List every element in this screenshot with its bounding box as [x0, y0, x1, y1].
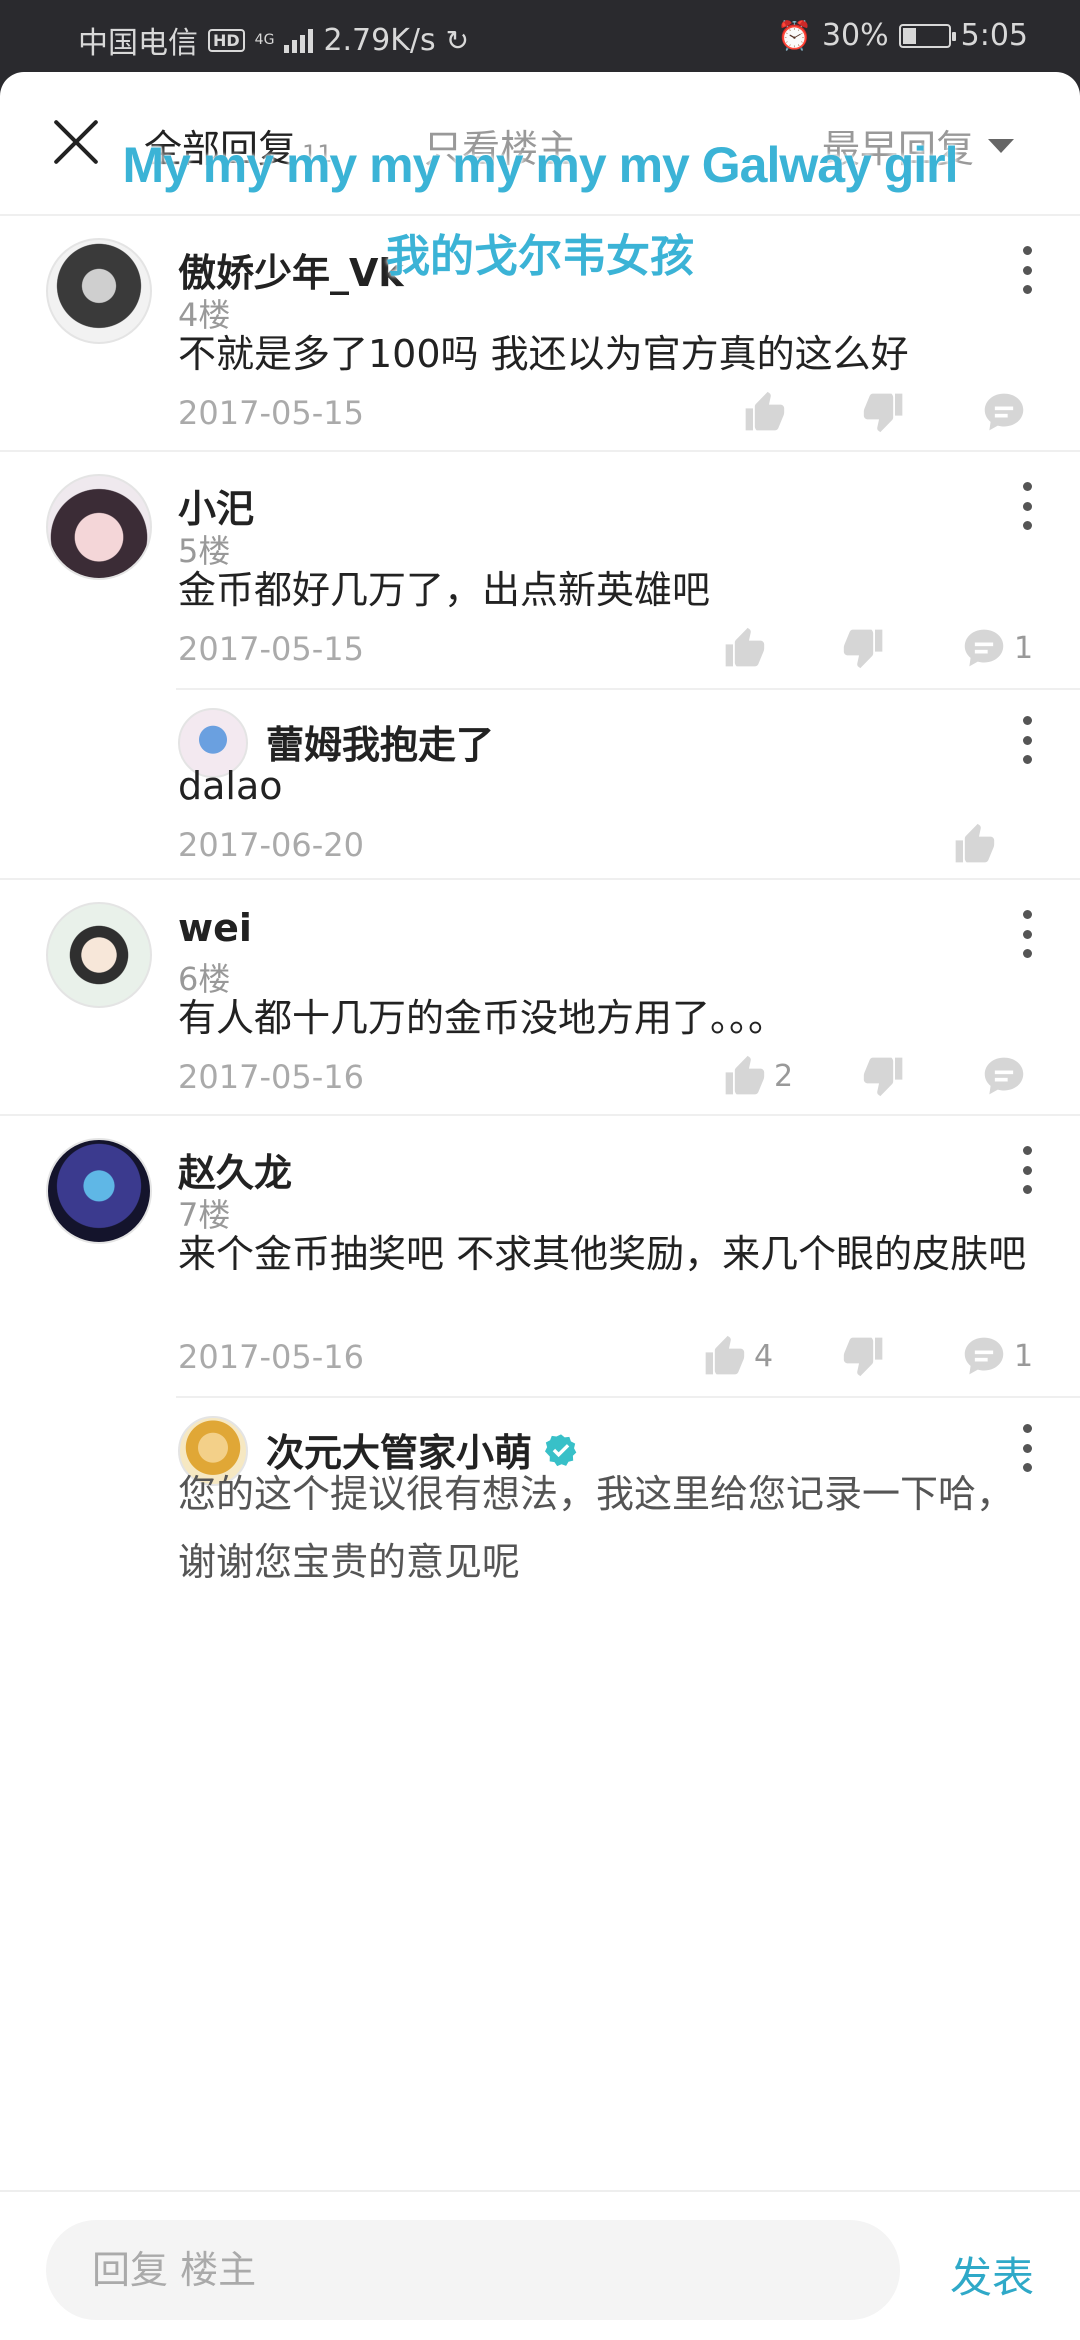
carrier-label: 中国电信: [78, 26, 198, 61]
comment-text: 不就是多了100吗 我还以为官方真的这么好: [178, 332, 909, 376]
caret-down-icon: [988, 138, 1014, 153]
comment-text: 有人都十几万的金币没地方用了。。。: [178, 996, 787, 1040]
sheet-header: 全部回复 11 只看楼主 最早回复: [0, 72, 1080, 216]
publish-button[interactable]: 发表: [950, 2244, 1034, 2305]
thumb-up-icon: [742, 390, 786, 434]
like-button[interactable]: [722, 626, 774, 670]
thumb-down-icon: [862, 1054, 906, 1098]
more-options-icon[interactable]: [1022, 910, 1032, 958]
more-options-icon[interactable]: [1022, 246, 1032, 294]
comment-item: wei 6楼 有人都十几万的金币没地方用了。。。 2017-05-16 2: [0, 880, 1080, 1116]
more-options-icon[interactable]: [1022, 482, 1032, 530]
dislike-button[interactable]: [862, 1054, 906, 1098]
more-options-icon[interactable]: [1022, 1146, 1032, 1194]
dislike-button[interactable]: [862, 390, 906, 434]
thumb-down-icon: [842, 626, 886, 670]
comment-bubble-icon: [982, 390, 1026, 434]
comment-date: 2017-05-15: [178, 394, 364, 432]
tab-all-count: 11: [302, 140, 333, 168]
avatar[interactable]: [46, 238, 152, 344]
reply-date: 2017-06-20: [178, 826, 364, 864]
like-button[interactable]: 4: [702, 1334, 773, 1378]
reply-button[interactable]: 1: [962, 626, 1033, 670]
comments-sheet: 全部回复 11 只看楼主 最早回复 My my my my my my my Ga…: [0, 72, 1080, 2340]
comment-bubble-icon: [962, 626, 1006, 670]
username[interactable]: wei: [178, 906, 252, 950]
avatar[interactable]: [46, 1138, 152, 1244]
reply-count: 1: [1014, 1338, 1034, 1374]
comment-text: 金币都好几万了，出点新英雄吧: [178, 568, 711, 612]
username[interactable]: 小汜: [178, 478, 254, 533]
reply-button[interactable]: 1: [962, 1334, 1033, 1378]
like-button[interactable]: [952, 822, 996, 866]
close-icon[interactable]: [50, 116, 102, 168]
battery-percent: 30%: [821, 18, 889, 53]
comment-date: 2017-05-15: [178, 630, 364, 668]
comment-item: 赵久龙 7楼 来个金币抽奖吧 不求其他奖励，来几个眼的皮肤吧 2017-05-1…: [0, 1116, 1080, 1816]
signal-icon: [284, 27, 314, 53]
alarm-icon: ⏰: [777, 19, 812, 52]
battery-fill: [902, 27, 916, 44]
tab-all-replies[interactable]: 全部回复 11: [144, 118, 333, 173]
comment-date: 2017-05-16: [178, 1338, 364, 1376]
hd-icon: HD: [208, 28, 245, 52]
thumb-up-icon: [722, 1054, 766, 1098]
reply-count: 1: [1014, 630, 1034, 666]
username[interactable]: 赵久龙: [178, 1142, 292, 1197]
comment-date: 2017-05-16: [178, 1058, 364, 1096]
avatar[interactable]: [46, 474, 152, 580]
reply-text: dalao: [178, 764, 283, 808]
reply-button[interactable]: [982, 1054, 1034, 1098]
comment-text: 来个金币抽奖吧 不求其他奖励，来几个眼的皮肤吧: [178, 1232, 1027, 1276]
thumb-down-icon: [862, 390, 906, 434]
net-speed: 2.79K/s: [323, 22, 436, 58]
reply-text: 您的这个提议很有想法，我这里给您记录一下哈，谢谢您宝贵的意见呢: [178, 1472, 1015, 1584]
like-button[interactable]: 2: [722, 1054, 793, 1098]
sync-icon: ↻: [445, 23, 470, 57]
comment-bubble-icon: [982, 1054, 1026, 1098]
status-right: ⏰ 30% 5:05: [777, 18, 1028, 53]
thumb-up-icon: [722, 626, 766, 670]
comment-bubble-icon: [962, 1334, 1006, 1378]
reply-button[interactable]: [982, 390, 1034, 434]
like-count: 4: [754, 1338, 774, 1374]
status-left: 中国电信 HD 4G 2.79K/s ↻: [78, 18, 469, 62]
battery-icon: [898, 23, 956, 48]
tab-all-label: 全部回复: [144, 127, 297, 171]
status-bar: 中国电信 HD 4G 2.79K/s ↻ ⏰ 30% 5:05: [0, 0, 1080, 72]
avatar[interactable]: [46, 902, 152, 1008]
divider: [176, 1396, 1080, 1398]
dislike-button[interactable]: [842, 1334, 886, 1378]
divider: [176, 688, 1080, 690]
reply-input[interactable]: 回复 楼主: [46, 2220, 900, 2320]
thumb-up-icon: [952, 822, 996, 866]
thumb-up-icon: [702, 1334, 746, 1378]
comment-item: 傲娇少年_Vk 4楼 不就是多了100吗 我还以为官方真的这么好 2017-05…: [0, 216, 1080, 452]
tab-owner-only[interactable]: 只看楼主: [424, 118, 576, 173]
like-button[interactable]: [742, 390, 786, 434]
comment-item: 小汜 5楼 金币都好几万了，出点新英雄吧 2017-05-15 1 蕾姆我抱走了…: [0, 452, 1080, 880]
dislike-button[interactable]: [842, 626, 886, 670]
sort-label: 最早回复: [821, 127, 974, 171]
network-type: 4G: [254, 32, 275, 48]
reply-bar: 回复 楼主 发表: [0, 2190, 1080, 2340]
sort-dropdown[interactable]: 最早回复: [822, 118, 1014, 173]
username[interactable]: 傲娇少年_Vk: [178, 242, 404, 297]
clock: 5:05: [960, 18, 1028, 53]
thumb-down-icon: [842, 1334, 886, 1378]
like-count: 2: [774, 1058, 794, 1094]
